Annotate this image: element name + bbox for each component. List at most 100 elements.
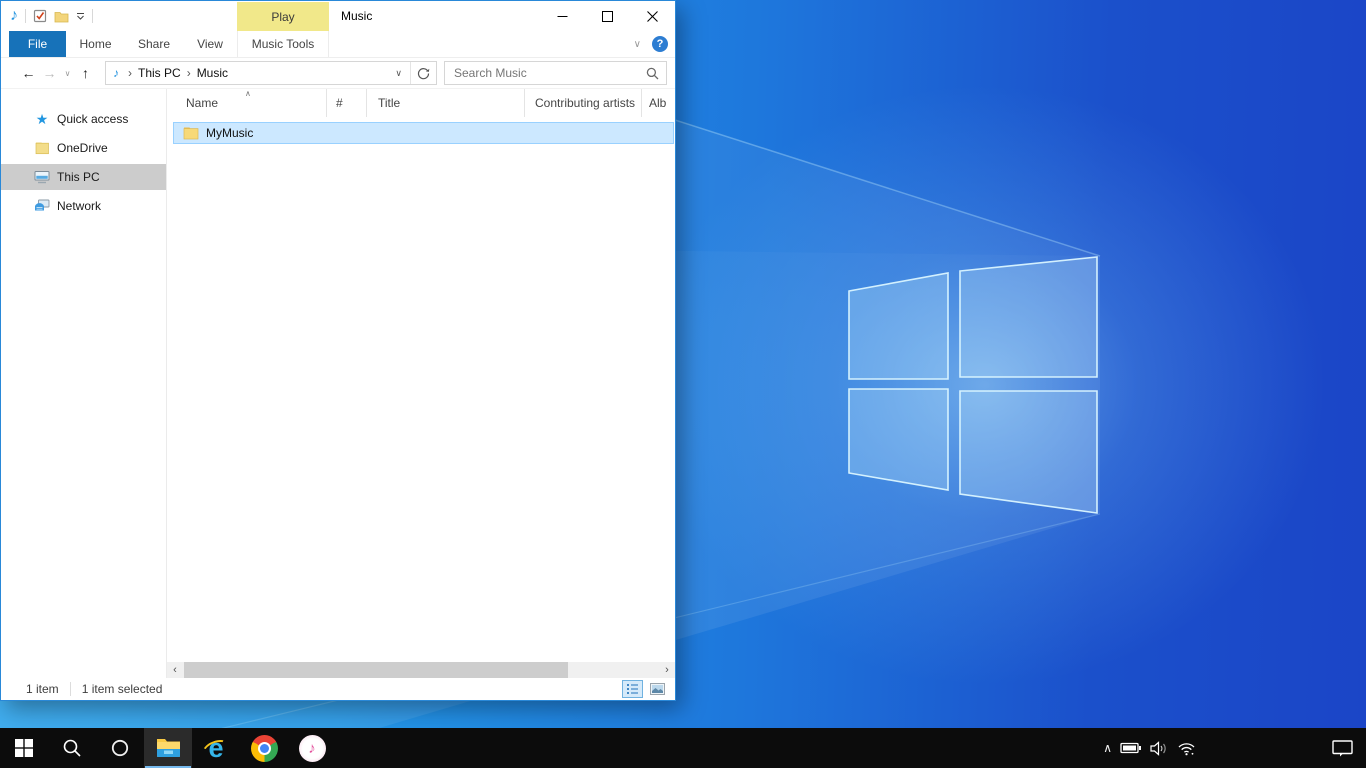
tab-share[interactable]: Share [125,31,183,57]
large-icons-view-button[interactable] [647,680,668,698]
windows-start-icon [15,739,33,757]
new-folder-button[interactable] [54,10,69,23]
sidebar-item-onedrive[interactable]: OneDrive [1,135,166,161]
file-explorer-icon [155,737,182,759]
horizontal-scrollbar[interactable]: ‹ › [167,662,675,678]
breadcrumb-chevron-icon[interactable]: › [181,66,197,80]
contextual-tab-play[interactable]: Play [237,2,329,31]
taskbar-internet-explorer-button[interactable]: e [192,728,240,768]
network-icon [34,198,50,214]
navigation-pane: ★ Quick access OneDrive [1,89,166,678]
ribbon-right-controls: ∨ ? [634,31,668,57]
taskbar-itunes-button[interactable]: ♪ [288,728,336,768]
file-name: MyMusic [206,126,253,140]
address-bar[interactable]: ♪ › This PC › Music ∨ [105,61,437,85]
tab-file[interactable]: File [9,31,66,57]
battery-icon[interactable] [1120,741,1142,755]
show-hidden-icons-chevron-icon[interactable]: ∧ [1103,741,1112,755]
column-label: Name [186,96,218,110]
minimize-icon [557,11,568,22]
system-tray: ∧ [1103,728,1318,768]
taskbar-chrome-button[interactable] [240,728,288,768]
quick-access-toolbar: ♪ [1,1,93,31]
sidebar-item-this-pc[interactable]: This PC [1,164,166,190]
file-row-mymusic[interactable]: MyMusic [173,122,674,144]
recent-locations-chevron-icon[interactable]: ∨ [60,69,75,78]
separator [25,9,26,23]
internet-explorer-icon: e [202,734,230,762]
sidebar-item-quick-access[interactable]: ★ Quick access [1,106,166,132]
column-header-title[interactable]: Title [367,89,525,117]
breadcrumb-chevron-icon[interactable]: › [122,66,138,80]
close-button[interactable] [630,1,675,31]
scrollbar-track[interactable] [183,662,659,678]
sidebar-item-label: This PC [57,170,100,184]
scroll-right-arrow-icon[interactable]: › [659,662,675,678]
itunes-icon: ♪ [299,735,326,762]
file-list-pane: Name ∧ # Title Contributing artists Alb [166,89,675,678]
selected-count: 1 item selected [82,682,163,696]
tab-music-tools[interactable]: Music Tools [237,31,329,57]
column-header-number[interactable]: # [327,89,367,117]
search-box[interactable] [444,61,667,85]
window-title: Music [341,1,372,31]
forward-button[interactable]: → [39,66,60,80]
taskbar-search-button[interactable] [48,728,96,768]
navigation-toolbar: ← → ∨ ↑ ♪ › This PC › Music ∨ [1,58,675,89]
thumbnail-view-icon [650,683,665,695]
sort-ascending-icon: ∧ [245,89,251,98]
cortana-circle-icon [110,738,130,758]
address-music-note-icon: ♪ [106,66,122,80]
sidebar-item-network[interactable]: Network [1,193,166,219]
tab-home[interactable]: Home [66,31,125,57]
sidebar-item-label: Quick access [57,112,128,126]
title-bar[interactable]: ♪ Play Music [1,1,675,31]
breadcrumb-music[interactable]: Music [197,66,228,80]
breadcrumb-this-pc[interactable]: This PC [138,66,181,80]
taskbar: e ♪ ∧ [0,728,1366,768]
help-button[interactable]: ? [652,36,668,52]
chrome-icon [251,735,278,762]
column-label: Alb [649,96,666,110]
column-header-album[interactable]: Alb [642,89,675,117]
collapse-ribbon-chevron-icon[interactable]: ∨ [634,39,641,50]
search-icon [62,738,82,758]
scroll-left-arrow-icon[interactable]: ‹ [167,662,183,678]
back-button[interactable]: ← [18,66,39,80]
action-center-button[interactable] [1318,728,1366,768]
properties-button[interactable] [33,9,47,23]
search-icon[interactable] [646,67,659,80]
address-dropdown-chevron-icon[interactable]: ∨ [387,68,410,79]
caption-buttons [540,1,675,31]
volume-icon[interactable] [1150,741,1169,756]
maximize-button[interactable] [585,1,630,31]
start-button[interactable] [0,728,48,768]
scrollbar-thumb[interactable] [184,662,568,678]
view-toggle-buttons [622,680,668,698]
tab-view[interactable]: View [183,31,237,57]
up-button[interactable]: ↑ [75,66,96,80]
taskbar-file-explorer-button[interactable] [144,728,192,768]
this-pc-monitor-icon [34,169,50,185]
customize-qat-dropdown-icon[interactable] [76,12,85,20]
column-label: Title [378,96,400,110]
quick-access-star-icon: ★ [34,111,50,127]
explorer-content: ★ Quick access OneDrive [1,89,675,678]
details-view-button[interactable] [622,680,643,698]
refresh-button[interactable] [411,67,436,80]
search-input[interactable] [447,66,646,80]
details-view-icon [626,683,639,695]
minimize-button[interactable] [540,1,585,31]
maximize-icon [602,11,613,22]
music-note-icon: ♪ [10,8,18,24]
action-center-icon [1332,740,1353,757]
onedrive-folder-icon [34,140,50,156]
column-header-name[interactable]: Name ∧ [167,89,327,117]
ribbon-tab-row: File Home Share View Music Tools ∨ ? [1,31,675,58]
cortana-button[interactable] [96,728,144,768]
wifi-icon[interactable] [1177,741,1196,756]
column-header-contributing-artists[interactable]: Contributing artists [525,89,642,117]
file-rows: MyMusic [167,117,675,662]
status-bar: 1 item 1 item selected [1,678,675,700]
separator [92,9,93,23]
